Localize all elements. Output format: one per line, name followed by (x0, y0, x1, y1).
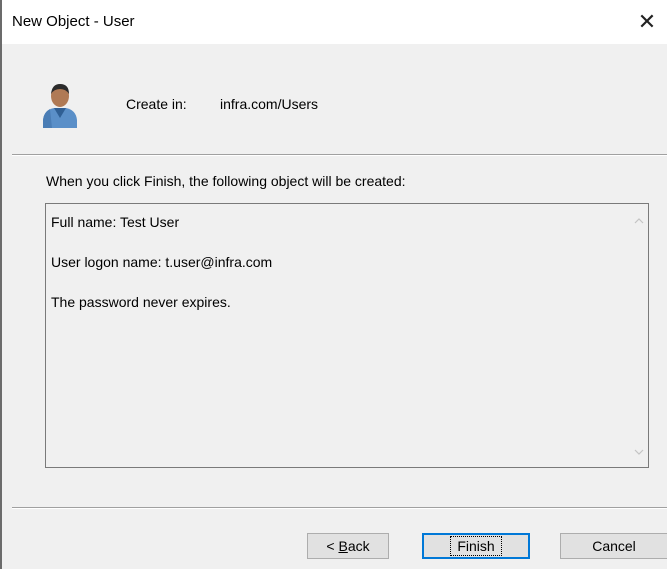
dialog-header: Create in: infra.com/Users (2, 44, 667, 154)
back-button-accelerator: B (338, 538, 348, 554)
summary-intro: When you click Finish, the following obj… (46, 173, 406, 189)
summary-content: Full name: Test User User logon name: t.… (51, 212, 272, 332)
vertical-scrollbar[interactable] (630, 204, 648, 467)
summary-line-logon-name: User logon name: t.user@infra.com (51, 254, 273, 270)
finish-button[interactable]: Finish (422, 533, 530, 559)
cancel-button[interactable]: Cancel (560, 533, 667, 559)
scroll-down-arrow-icon[interactable] (630, 441, 648, 463)
window-title: New Object - User (12, 13, 135, 30)
back-button-prefix: < (326, 538, 339, 554)
scroll-up-arrow-icon[interactable] (630, 210, 648, 232)
finish-button-label: Finish (450, 536, 502, 556)
user-icon (43, 84, 77, 128)
header-divider (12, 154, 667, 156)
create-in-label: Create in: (126, 96, 187, 112)
cancel-button-label: Cancel (592, 538, 636, 554)
back-button-rest: ack (347, 538, 370, 554)
summary-line-full-name: Full name: Test User (51, 214, 180, 230)
close-button[interactable]: ✕ (627, 0, 667, 44)
title-bar[interactable]: New Object - User ✕ (2, 0, 667, 44)
summary-line-password: The password never expires. (51, 294, 231, 310)
button-divider (12, 507, 667, 509)
new-object-user-dialog: New Object - User ✕ Create in: infra.com… (0, 0, 667, 569)
back-button[interactable]: < Back (307, 533, 389, 559)
create-in-path: infra.com/Users (220, 96, 319, 112)
close-icon: ✕ (637, 9, 657, 34)
summary-textbox[interactable]: Full name: Test User User logon name: t.… (45, 203, 649, 468)
